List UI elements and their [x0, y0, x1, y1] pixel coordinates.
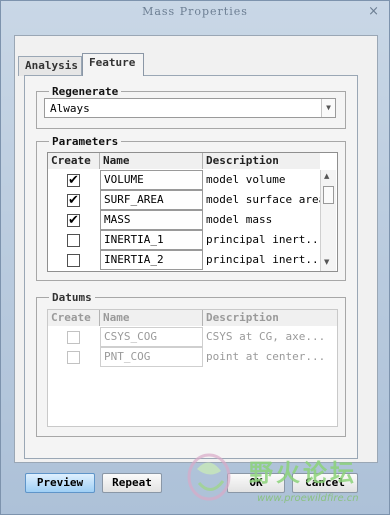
table-row: CSYS_COG CSYS at CG, axe... — [48, 327, 337, 347]
create-checkbox[interactable] — [67, 234, 80, 247]
parameter-description: model volume — [206, 173, 286, 186]
regenerate-legend: Regenerate — [52, 85, 119, 98]
parameter-description: model surface area — [206, 193, 320, 206]
column-header-name[interactable]: Name — [100, 153, 203, 169]
tab-analysis[interactable]: Analysis — [18, 56, 82, 76]
tab-feature[interactable]: Feature — [82, 53, 144, 76]
table-row: ✔ MASS model mass — [48, 210, 320, 230]
parameters-table: Create Name Description ✔ VOLUME model v… — [47, 152, 338, 272]
datum-name-field: PNT_COG — [100, 347, 203, 367]
parameter-description: principal inert... — [206, 233, 320, 246]
parameter-description: model mass — [206, 213, 273, 226]
table-row: ✔ VOLUME model volume — [48, 170, 320, 190]
parameter-name-field[interactable]: INERTIA_1 — [100, 230, 203, 250]
parameter-description: principal inert... — [206, 253, 320, 266]
parameters-legend: Parameters — [52, 135, 119, 148]
scroll-down-icon[interactable]: ▼ — [324, 258, 329, 266]
repeat-button[interactable]: Repeat — [102, 473, 162, 493]
table-row: INERTIA_2 principal inert... — [48, 250, 320, 270]
mass-properties-dialog: Mass Properties × Analysis Feature Regen… — [0, 0, 390, 515]
datums-legend: Datums — [52, 291, 92, 304]
table-row: PNT_COG point at center... — [48, 347, 337, 367]
parameter-name-field[interactable]: MASS — [100, 210, 203, 230]
title-bar[interactable]: Mass Properties × — [1, 1, 389, 23]
scroll-up-icon[interactable]: ▲ — [324, 172, 329, 180]
create-checkbox — [67, 331, 80, 344]
window-title: Mass Properties — [142, 5, 248, 18]
create-checkbox[interactable]: ✔ — [67, 174, 80, 187]
parameter-name-field[interactable]: VOLUME — [100, 170, 203, 190]
create-checkbox[interactable]: ✔ — [67, 214, 80, 227]
close-icon[interactable]: × — [368, 4, 379, 19]
datum-name-field: CSYS_COG — [100, 327, 203, 347]
column-header-create[interactable]: Create — [48, 153, 100, 169]
table-row: INERTIA_1 principal inert... — [48, 230, 320, 250]
datums-table: Create Name Description CSYS_COG CSYS at… — [47, 309, 338, 427]
column-header-name: Name — [100, 310, 203, 326]
regenerate-dropdown[interactable]: Always ▼ — [44, 98, 336, 118]
create-checkbox — [67, 351, 80, 364]
datum-description: point at center... — [206, 350, 326, 363]
column-header-description: Description — [203, 310, 337, 326]
chevron-down-icon[interactable]: ▼ — [321, 99, 335, 117]
create-checkbox[interactable]: ✔ — [67, 194, 80, 207]
datum-description: CSYS at CG, axe... — [206, 330, 326, 343]
ok-button[interactable]: OK — [227, 473, 285, 493]
watermark-url: www.proewildfire.cn — [257, 493, 359, 504]
parameters-scrollbar[interactable]: ▲ ▼ — [320, 170, 336, 271]
parameter-name-field[interactable]: INERTIA_2 — [100, 250, 203, 270]
cancel-button[interactable]: Cancel — [292, 473, 358, 493]
create-checkbox[interactable] — [67, 254, 80, 267]
table-row: ✔ SURF_AREA model surface area — [48, 190, 320, 210]
column-header-description[interactable]: Description — [203, 153, 320, 169]
preview-button[interactable]: Preview — [25, 473, 95, 493]
parameter-name-field[interactable]: SURF_AREA — [100, 190, 203, 210]
column-header-create: Create — [48, 310, 100, 326]
regenerate-value: Always — [50, 102, 90, 115]
scroll-thumb[interactable] — [323, 186, 334, 204]
